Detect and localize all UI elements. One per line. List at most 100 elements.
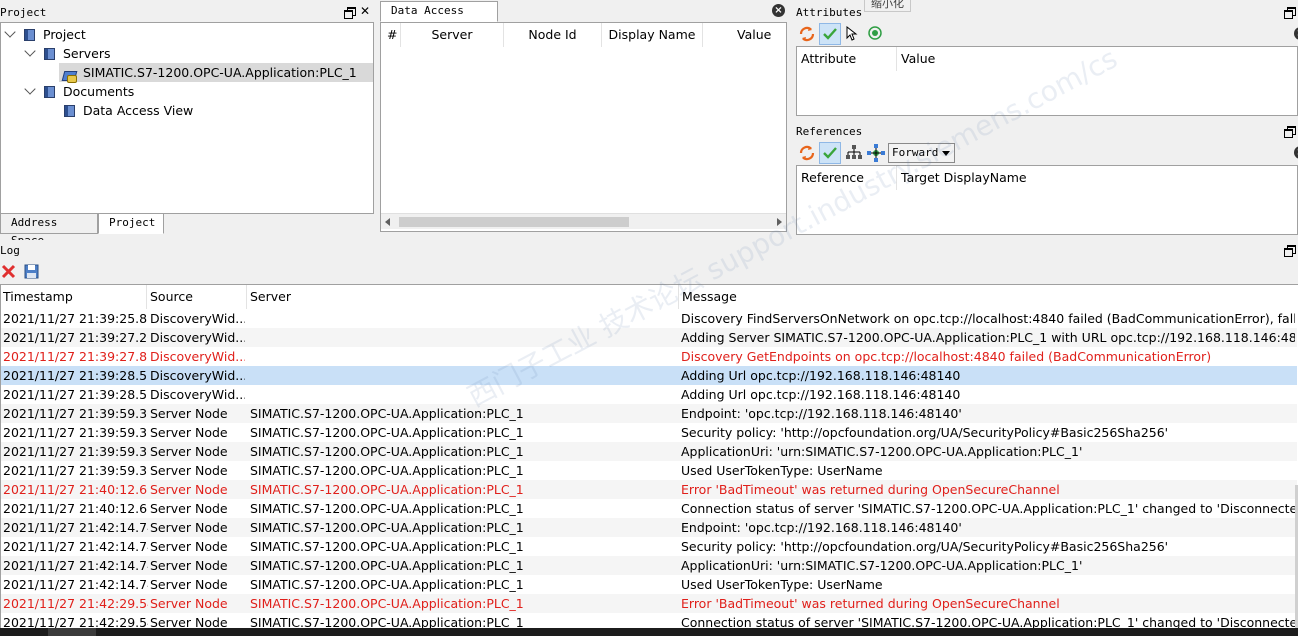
log-row[interactable]: 2021/11/27 21:42:14.749 Server Node SIMATI… [1, 556, 1297, 575]
scroll-right-icon[interactable] [777, 218, 782, 226]
column-header-node-id[interactable]: Node Id [504, 23, 602, 47]
refresh-icon[interactable] [798, 25, 816, 43]
column-header-reference[interactable]: Reference [797, 166, 897, 190]
log-timestamp: 2021/11/27 21:42:14.749 [3, 558, 148, 573]
float-icon[interactable] [1284, 245, 1296, 257]
project-tree[interactable]: Project Servers SIMATIC.S7-1200.OPC-UA.A… [0, 22, 374, 214]
horizontal-scrollbar[interactable] [381, 213, 786, 229]
log-row[interactable]: 2021/11/27 21:39:27.877 DiscoveryWid... Di… [1, 347, 1297, 366]
log-row[interactable]: 2021/11/27 21:42:14.749 Server Node SIMATI… [1, 537, 1297, 556]
data-access-table[interactable]: # Server Node Id Display Name Value [380, 22, 787, 232]
tree-label: Data Access View [83, 103, 194, 118]
chevron-down-icon[interactable] [24, 83, 36, 95]
direction-value: Forward [892, 146, 939, 159]
tree-item-servers[interactable]: Servers [1, 44, 373, 63]
pin-cursor-icon[interactable] [845, 26, 859, 42]
refresh-icon[interactable] [798, 144, 816, 162]
float-icon[interactable] [344, 7, 356, 19]
log-row[interactable]: 2021/11/27 21:40:12.699 Server Node SIMATI… [1, 480, 1297, 499]
close-icon[interactable]: × [1294, 146, 1298, 159]
folder-icon [44, 86, 55, 98]
column-header-source[interactable]: Source [147, 285, 247, 309]
scroll-left-icon[interactable] [385, 218, 390, 226]
log-timestamp: 2021/11/27 21:40:12.699 [3, 482, 148, 497]
column-header-attribute[interactable]: Attribute [797, 47, 897, 71]
column-header-server[interactable]: Server [247, 285, 679, 309]
check-toggle-button[interactable] [819, 23, 841, 45]
column-header-message[interactable]: Message [679, 285, 1297, 309]
scrollbar-thumb[interactable] [399, 217, 629, 227]
close-icon[interactable]: × [1294, 27, 1298, 40]
tree-item-plc-server[interactable]: SIMATIC.S7-1200.OPC-UA.Application:PLC_1 [59, 63, 373, 83]
tree-item-documents[interactable]: Documents [1, 82, 373, 101]
log-source: Server Node [150, 577, 228, 592]
tab-address-space[interactable]: Address Space [0, 214, 98, 247]
direction-dropdown[interactable]: Forward [888, 143, 955, 163]
log-message: Adding Server SIMATIC.S7-1200.OPC-UA.App… [681, 330, 1295, 345]
column-header-value[interactable]: Value [703, 23, 786, 47]
log-message: ApplicationUri: 'urn:SIMATIC.S7-1200.OPC… [681, 444, 1083, 459]
log-row[interactable]: 2021/11/27 21:39:59.303 Server Node SIMATI… [1, 404, 1297, 423]
references-table[interactable]: Reference Target DisplayName [796, 165, 1298, 235]
tooltip: 缩小化 [864, 0, 911, 12]
column-header-index[interactable]: # [381, 23, 401, 47]
clear-log-icon[interactable] [1, 264, 16, 279]
log-message: Endpoint: 'opc.tcp://192.168.118.146:481… [681, 520, 962, 535]
log-source: DiscoveryWid... [150, 330, 245, 345]
log-timestamp: 2021/11/27 21:42:29.544 [3, 596, 148, 611]
log-server: SIMATIC.S7-1200.OPC-UA.Application:PLC_1 [250, 539, 524, 554]
tab-data-access-view[interactable]: Data Access View [380, 1, 498, 35]
log-server: SIMATIC.S7-1200.OPC-UA.Application:PLC_1 [250, 596, 524, 611]
log-row[interactable]: 2021/11/27 21:39:27.205 DiscoveryWid... Ad… [1, 328, 1297, 347]
attributes-table[interactable]: Attribute Value [796, 46, 1298, 116]
log-source: DiscoveryWid... [150, 311, 245, 326]
close-icon[interactable]: ✕ [360, 4, 370, 18]
log-source: Server Node [150, 558, 228, 573]
column-header-value[interactable]: Value [897, 47, 1297, 71]
column-header-timestamp[interactable]: Timestamp [1, 285, 147, 309]
attributes-title: Attributes [796, 6, 863, 19]
column-header-target-displayname[interactable]: Target DisplayName [897, 166, 1297, 190]
log-dock-title[interactable]: Log [0, 240, 1298, 260]
target-icon[interactable] [868, 26, 882, 40]
column-header-server[interactable]: Server [401, 23, 504, 47]
log-row[interactable]: 2021/11/27 21:39:59.303 Server Node SIMATI… [1, 442, 1297, 461]
tab-project[interactable]: Project [98, 214, 164, 234]
project-dock-title[interactable]: Project ✕ [0, 2, 374, 22]
log-row[interactable]: 2021/11/27 21:39:25.830 DiscoveryWid... Di… [1, 309, 1297, 328]
log-timestamp: 2021/11/27 21:39:59.303 [3, 463, 148, 478]
log-server: SIMATIC.S7-1200.OPC-UA.Application:PLC_1 [250, 520, 524, 535]
tree-label: Project [43, 27, 86, 42]
network-icon[interactable] [867, 144, 885, 162]
taskbar-item[interactable] [48, 628, 96, 636]
chevron-down-icon[interactable] [4, 26, 16, 38]
float-icon[interactable] [1284, 7, 1296, 19]
log-row[interactable]: 2021/11/27 21:39:28.537 DiscoveryWid... Ad… [1, 385, 1297, 404]
log-header: Timestamp Source Server Message [1, 285, 1297, 309]
log-toolbar [0, 260, 1298, 284]
log-row[interactable]: 2021/11/27 21:42:14.749 Server Node SIMATI… [1, 518, 1297, 537]
log-row[interactable]: 2021/11/27 21:39:59.303 Server Node SIMATI… [1, 423, 1297, 442]
chevron-down-icon[interactable] [24, 45, 36, 57]
save-icon[interactable] [24, 264, 39, 279]
log-message: Discovery GetEndpoints on opc.tcp://loca… [681, 349, 1212, 364]
check-toggle-button[interactable] [819, 142, 841, 164]
log-row[interactable]: 2021/11/27 21:42:14.749 Server Node SIMATI… [1, 575, 1297, 594]
log-row[interactable]: 2021/11/27 21:40:12.699 Server Node SIMATI… [1, 499, 1297, 518]
tree-item-data-access-view[interactable]: Data Access View [1, 101, 373, 120]
float-icon[interactable] [1284, 126, 1296, 138]
hierarchy-icon[interactable] [845, 144, 863, 161]
tree-item-project[interactable]: Project [1, 25, 373, 44]
close-tab-icon[interactable]: × [772, 4, 785, 17]
log-source: DiscoveryWid... [150, 387, 245, 402]
column-header-display-name[interactable]: Display Name [602, 23, 703, 47]
references-dock-title[interactable]: References [796, 121, 1298, 141]
log-row[interactable]: 2021/11/27 21:39:28.537 DiscoveryWid... Ad… [1, 366, 1297, 385]
log-table[interactable]: Timestamp Source Server Message 2021/11/… [0, 284, 1298, 636]
log-server: SIMATIC.S7-1200.OPC-UA.Application:PLC_1 [250, 577, 524, 592]
log-message: Discovery FindServersOnNetwork on opc.tc… [681, 311, 1295, 326]
log-row[interactable]: 2021/11/27 21:39:59.303 Server Node SIMATI… [1, 461, 1297, 480]
log-source: Server Node [150, 596, 228, 611]
project-title: Project [0, 6, 47, 19]
log-row[interactable]: 2021/11/27 21:42:29.544 Server Node SIMATI… [1, 594, 1297, 613]
